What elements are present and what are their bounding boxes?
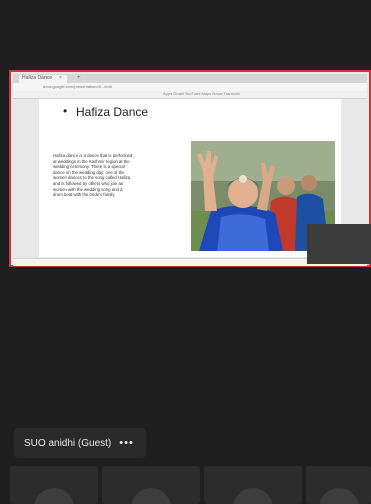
address-bar[interactable]: docs.google.com/presentation/d/.../edit (13, 83, 367, 91)
participant-tile[interactable] (306, 466, 371, 504)
participant-name-badge: SUO anidhi (Guest) ••• (14, 428, 146, 458)
presentation-slide: • Hafiza Dance Hafiza dance is a dance t… (39, 99, 341, 257)
slide-title: Hafiza Dance (76, 105, 149, 119)
browser-tab-bar: Hafiza Dance × + (13, 74, 367, 83)
more-options-icon[interactable]: ••• (119, 437, 134, 449)
participant-tile[interactable] (204, 466, 302, 504)
avatar (34, 488, 74, 504)
avatar (233, 488, 273, 504)
slide-bullet: • (63, 104, 68, 118)
shared-screen: Hafiza Dance × + docs.google.com/present… (9, 70, 371, 267)
self-view-overlay (307, 224, 371, 264)
participant-tile[interactable] (102, 466, 200, 504)
tab-close-icon[interactable]: × (59, 75, 62, 81)
url-text: docs.google.com/presentation/d/.../edit (43, 84, 112, 89)
participant-tile[interactable] (10, 466, 98, 504)
slide-body-text: Hafiza dance is a dance that is performe… (53, 153, 133, 198)
new-tab-icon[interactable]: + (77, 75, 81, 81)
browser-tab[interactable]: Hafiza Dance × (19, 75, 67, 83)
browser-tab-title: Hafiza Dance (22, 75, 53, 81)
avatar (131, 488, 171, 504)
bookmarks-text[interactable]: Apps Gmail YouTube Maps News Translate (163, 91, 240, 96)
participant-name: SUO anidhi (Guest) (24, 437, 112, 449)
bookmarks-bar: Apps Gmail YouTube Maps News Translate (13, 91, 367, 99)
avatar (318, 488, 359, 504)
